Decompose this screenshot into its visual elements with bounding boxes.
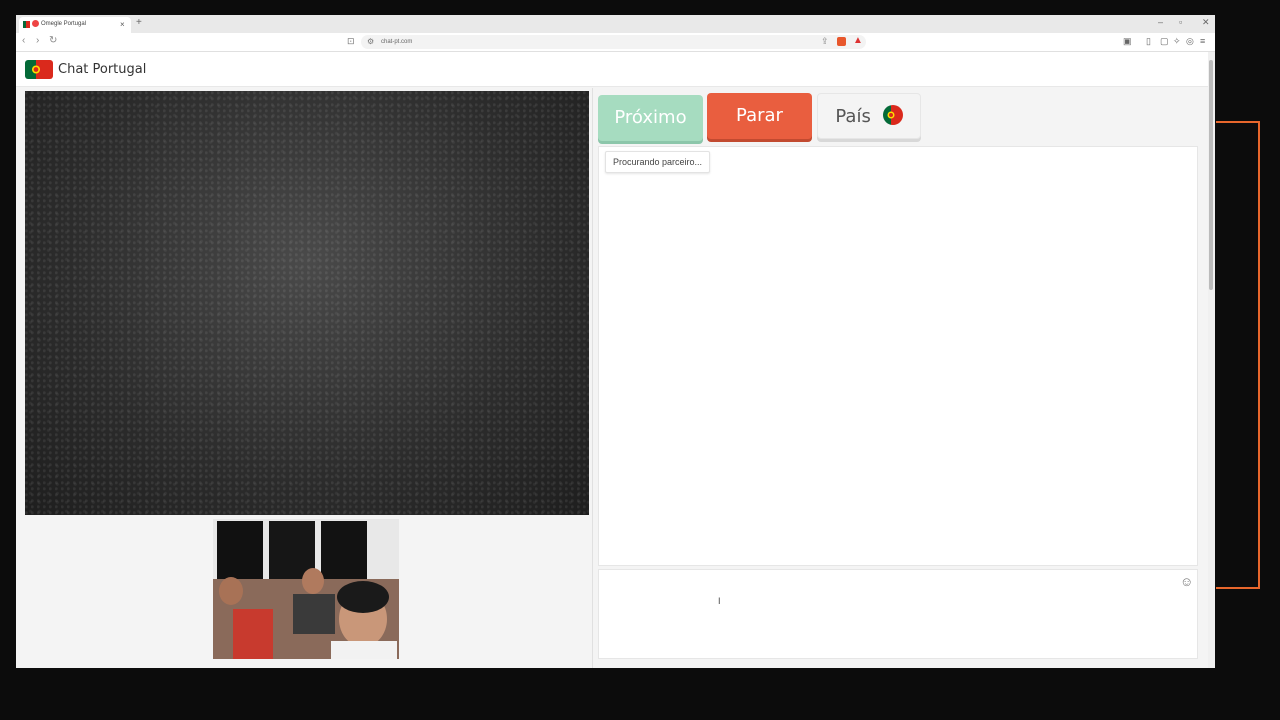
tabs-icon[interactable]: ▢ [1160,36,1169,47]
portugal-flag-icon [882,105,903,125]
reload-button[interactable]: ↻ [49,35,57,46]
shield-icon[interactable] [837,37,846,46]
wallet-icon[interactable]: ◎ [1186,36,1194,47]
webcam-feed [213,519,399,659]
status-message: Procurando parceiro... [605,151,711,173]
self-video [213,519,399,659]
background-decoration [1216,121,1260,589]
maximize-button[interactable]: ▫ [1179,17,1182,27]
stranger-video [25,91,589,515]
share-icon[interactable]: ⇪ [821,36,829,47]
country-label: País [835,106,871,127]
page: Chat Portugal Próximo Parar País Procura… [16,52,1208,668]
menu-icon[interactable]: ≡ [1200,36,1205,46]
chat-log: Procurando parceiro... [598,146,1198,566]
page-scrollbar[interactable] [1208,52,1215,668]
forward-button[interactable]: › [36,35,39,46]
text-cursor-icon: I [718,596,721,606]
window-close-button[interactable]: ✕ [1202,17,1210,28]
back-button[interactable]: ‹ [22,35,25,46]
emoji-icon[interactable]: ☺ [1180,574,1193,589]
site-header: Chat Portugal [16,52,1208,87]
chat-input[interactable] [599,570,1169,656]
tab-strip: Omegle Portugal × + – ▫ ✕ [16,15,1215,33]
tab-title: Omegle Portugal [41,21,87,27]
browser-tab[interactable]: Omegle Portugal × [19,17,131,33]
sidebar-icon[interactable]: ▯ [1146,36,1151,47]
next-button[interactable]: Próximo [598,95,703,141]
chat-input-area: ☺ [598,569,1198,659]
tab-close-icon[interactable]: × [120,20,125,29]
portugal-flag-logo [25,60,53,79]
country-button[interactable]: País [817,93,921,139]
extension-icon[interactable]: ▣ [1123,36,1132,47]
minimize-button[interactable]: – [1158,17,1163,27]
site-info-icon[interactable]: ⚙ [367,37,374,46]
address-bar[interactable]: ⊡ ⚙ chat-pt.com ⇪ ▲ [347,35,866,49]
url-text: chat-pt.com [381,39,413,45]
scrollbar-thumb[interactable] [1209,60,1213,290]
new-tab-button[interactable]: + [136,17,142,28]
portugal-flag-icon [23,21,30,28]
bookmark-icon[interactable]: ⊡ [347,36,355,47]
site-title: Chat Portugal [58,62,147,77]
recording-icon [32,20,39,27]
leo-icon[interactable]: ✧ [1173,36,1181,47]
browser-toolbar: ‹ › ↻ ⊡ ⚙ chat-pt.com ⇪ ▲ ▣ ▯ ▢ ✧ ◎ ≡ [16,33,1215,52]
warning-icon[interactable]: ▲ [853,35,863,46]
browser-window: Omegle Portugal × + – ▫ ✕ ‹ › ↻ ⊡ ⚙ chat… [16,15,1215,668]
panel-divider [592,88,593,668]
stop-button[interactable]: Parar [707,93,812,139]
